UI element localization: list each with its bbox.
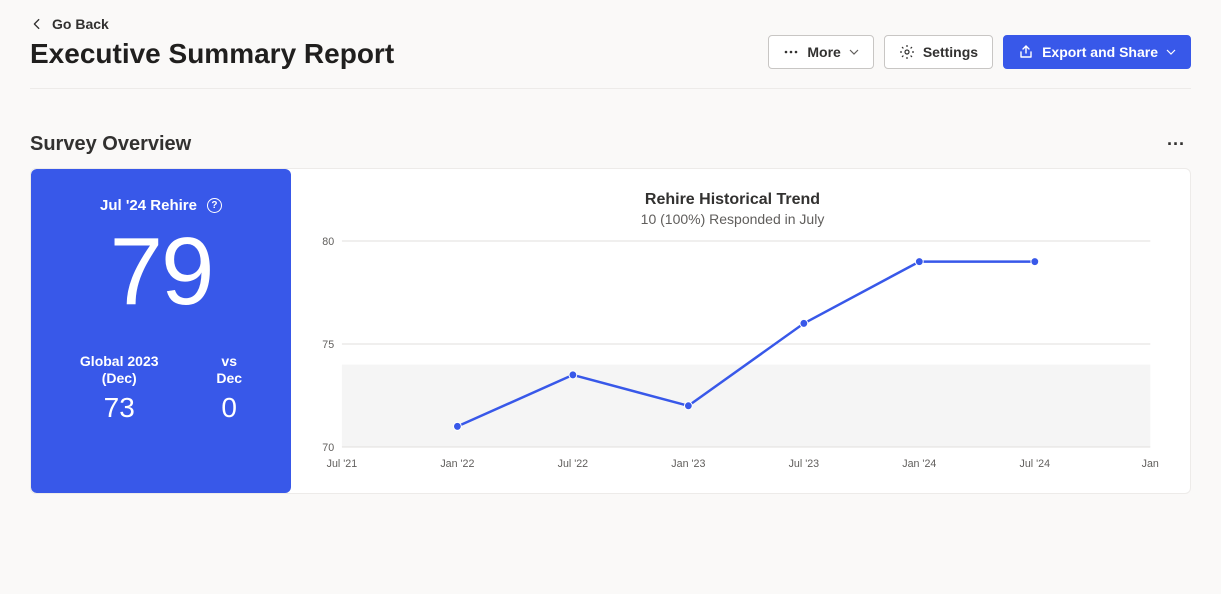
- chevron-down-icon: [849, 47, 859, 57]
- score-label: Jul '24 Rehire: [100, 197, 197, 214]
- chart-title: Rehire Historical Trend: [305, 191, 1160, 209]
- chart-area: 70 75 80 Jul '21 Jan '22 Jul '22 Jan '23 Jul '2…: [305, 235, 1160, 475]
- compare-global-label: Global 2023 (Dec): [80, 353, 159, 387]
- more-label: More: [807, 44, 840, 60]
- arrow-left-icon: [30, 17, 44, 31]
- settings-button[interactable]: Settings: [884, 35, 993, 69]
- score-card: Jul '24 Rehire ? 79 Global 2023 (Dec) 73…: [31, 169, 291, 493]
- svg-text:Jan '23: Jan '23: [671, 458, 705, 470]
- score-label-row: Jul '24 Rehire ?: [100, 197, 222, 214]
- chart-subtitle: 10 (100%) Responded in July: [305, 211, 1160, 227]
- svg-text:Jan '24: Jan '24: [902, 458, 936, 470]
- gear-icon: [899, 44, 915, 60]
- more-icon: [783, 44, 799, 60]
- svg-text:Jul '21: Jul '21: [327, 458, 358, 470]
- overview-card: Jul '24 Rehire ? 79 Global 2023 (Dec) 73…: [30, 168, 1191, 494]
- chevron-down-icon: [1166, 47, 1176, 57]
- svg-text:Jul '24: Jul '24: [1020, 458, 1051, 470]
- svg-text:Jul '23: Jul '23: [789, 458, 820, 470]
- go-back-label: Go Back: [52, 16, 109, 32]
- score-compare: Global 2023 (Dec) 73 vs Dec 0: [51, 353, 271, 425]
- section-title: Survey Overview: [30, 133, 191, 156]
- svg-text:Jul '22: Jul '22: [558, 458, 589, 470]
- page-header: Executive Summary Report More Settings E…: [30, 34, 1191, 89]
- export-label: Export and Share: [1042, 44, 1158, 60]
- compare-global: Global 2023 (Dec) 73: [80, 353, 159, 425]
- score-value: 79: [110, 222, 213, 323]
- svg-text:80: 80: [322, 236, 334, 248]
- section-menu-button[interactable]: ···: [1161, 134, 1191, 155]
- svg-text:Jan: Jan: [1142, 458, 1159, 470]
- settings-label: Settings: [923, 44, 978, 60]
- help-icon[interactable]: ?: [207, 198, 222, 213]
- go-back-link[interactable]: Go Back: [30, 16, 109, 32]
- page-title: Executive Summary Report: [30, 38, 394, 70]
- chart-panel: Rehire Historical Trend 10 (100%) Respon…: [291, 169, 1190, 493]
- share-icon: [1018, 44, 1034, 60]
- more-button[interactable]: More: [768, 35, 873, 69]
- svg-text:75: 75: [322, 339, 334, 351]
- compare-vs-value: 0: [221, 392, 237, 424]
- compare-global-value: 73: [104, 392, 135, 424]
- trend-line-chart: 70 75 80 Jul '21 Jan '22 Jul '22 Jan '23 Jul '2…: [305, 235, 1160, 475]
- section-header: Survey Overview ···: [30, 133, 1191, 156]
- export-button[interactable]: Export and Share: [1003, 35, 1191, 69]
- svg-text:70: 70: [322, 442, 334, 454]
- compare-vs: vs Dec 0: [216, 353, 242, 425]
- compare-vs-label: vs Dec: [216, 353, 242, 387]
- svg-text:Jan '22: Jan '22: [440, 458, 474, 470]
- header-actions: More Settings Export and Share: [768, 35, 1191, 69]
